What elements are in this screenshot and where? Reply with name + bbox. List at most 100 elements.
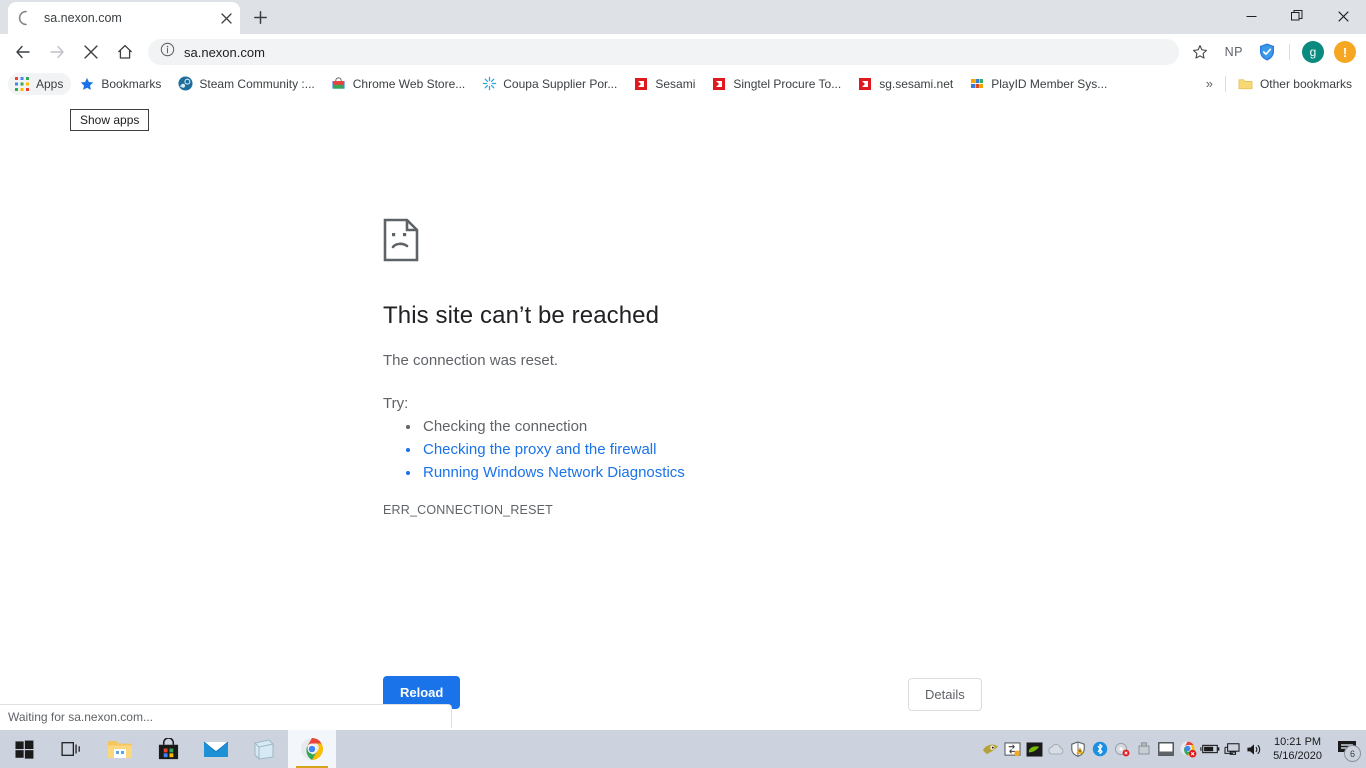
minimize-button[interactable]: [1228, 0, 1274, 32]
folder-icon: [1238, 76, 1254, 92]
safely-remove-media-icon[interactable]: [1111, 730, 1133, 768]
suggestions-list: Checking the connection Checking the pro…: [383, 418, 983, 481]
clock-date: 5/16/2020: [1273, 750, 1322, 762]
bookmark-label: Chrome Web Store...: [352, 76, 466, 91]
sesami-icon: [857, 76, 873, 92]
bookmark-label: Sesami: [655, 76, 696, 91]
notification-count-badge: 6: [1344, 745, 1361, 762]
bookmark-item-bookmarks[interactable]: Bookmarks: [73, 73, 169, 95]
restore-button[interactable]: [1274, 0, 1320, 32]
forward-button: [43, 38, 71, 66]
taskbar-clock[interactable]: 10:21 PM 5/16/2020: [1265, 735, 1330, 763]
clock-time: 10:21 PM: [1273, 736, 1322, 748]
browser-toolbar: sa.nexon.com NP g !: [0, 34, 1366, 70]
bookmark-label: Singtel Procure To...: [733, 76, 842, 91]
desktop: sa.nexon.com sa.nexon.com NP g ! Apps Bo…: [0, 0, 1366, 768]
suggestion-check-proxy-firewall[interactable]: Checking the proxy and the firewall: [421, 441, 983, 458]
bookmark-item-other-bookmarks[interactable]: Other bookmarks: [1232, 73, 1360, 95]
error-buttons: Reload Details: [383, 676, 983, 716]
show-apps-tooltip: Show apps: [70, 109, 150, 131]
network-icon[interactable]: [1221, 730, 1243, 768]
tab-title: sa.nexon.com: [44, 11, 122, 25]
error-page: This site can’t be reached The connectio…: [0, 98, 1366, 730]
tab-loading-spinner-icon: [18, 10, 34, 26]
touchpad-icon[interactable]: [1155, 730, 1177, 768]
mail-button[interactable]: [192, 730, 240, 768]
browser-tab[interactable]: sa.nexon.com: [8, 2, 240, 34]
start-button[interactable]: [0, 730, 48, 768]
bookmark-star-icon[interactable]: [1187, 39, 1213, 65]
windows-taskbar: 10:21 PM 5/16/2020 6: [0, 730, 1366, 768]
page-info-icon[interactable]: [160, 42, 176, 62]
chrome-menu-button[interactable]: !: [1334, 41, 1356, 63]
tab-strip: sa.nexon.com: [0, 0, 1366, 34]
profile-avatar[interactable]: g: [1302, 41, 1324, 63]
window-controls: [1228, 0, 1366, 32]
tab-close-icon[interactable]: [216, 8, 236, 28]
error-title: This site can’t be reached: [383, 302, 660, 329]
bookmark-item-singtel-procure-to[interactable]: Singtel Procure To...: [705, 73, 849, 95]
file-explorer-button[interactable]: [96, 730, 144, 768]
try-label: Try:: [383, 395, 409, 412]
bookmark-label: sg.sesami.net: [879, 76, 954, 91]
battery-icon[interactable]: [1199, 730, 1221, 768]
address-bar[interactable]: sa.nexon.com: [148, 39, 1179, 65]
action-center-button[interactable]: 6: [1330, 730, 1364, 768]
bookmarks-overflow-button[interactable]: »: [1200, 76, 1219, 91]
sad-page-icon: [383, 218, 419, 262]
steam-icon: [177, 76, 193, 92]
bookmark-item-sesami[interactable]: Sesami: [627, 73, 703, 95]
bookmarks-divider: [1224, 75, 1226, 92]
status-bubble: Waiting for sa.nexon.com...: [0, 704, 452, 728]
bookmark-item-playid-member-system[interactable]: PlayID Member Sys...: [963, 73, 1115, 95]
star-icon: [79, 76, 95, 92]
bookmark-label: Bookmarks: [101, 76, 162, 91]
suggestion-run-network-diagnostics[interactable]: Running Windows Network Diagnostics: [421, 464, 983, 481]
onedrive-icon[interactable]: [1045, 730, 1067, 768]
chrome-alert-icon[interactable]: [1177, 730, 1199, 768]
new-tab-button[interactable]: [246, 3, 274, 31]
bookmark-label: Steam Community :...: [199, 76, 315, 91]
bookmark-label: Coupa Supplier Por...: [503, 76, 618, 91]
bookmarks-bar: Apps Bookmarks Steam Community:... Chro…: [0, 70, 1366, 98]
error-code: ERR_CONNECTION_RESET: [383, 503, 553, 517]
bookmark-item-apps[interactable]: Apps: [8, 72, 72, 95]
home-button[interactable]: [111, 38, 139, 66]
chrome-web-store-icon: [331, 76, 347, 92]
chrome-taskbar-button[interactable]: [288, 730, 336, 768]
nvidia-geforce-icon[interactable]: [979, 730, 1001, 768]
bookmark-item-sg-sesami-net[interactable]: sg.sesami.net: [851, 73, 961, 95]
apps-grid-icon: [14, 76, 30, 92]
chrome-browser-window: sa.nexon.com sa.nexon.com NP g ! Apps Bo…: [0, 0, 1366, 730]
bookmark-item-chrome-web-store[interactable]: Chrome Web Store...: [325, 73, 474, 95]
sesami-icon: [711, 76, 727, 92]
microsoft-store-button[interactable]: [144, 730, 192, 768]
bookmark-item-steam-community[interactable]: Steam Community :...: [171, 73, 322, 95]
extension-np-label[interactable]: NP: [1217, 45, 1251, 59]
stop-loading-button[interactable]: [77, 38, 105, 66]
bookmark-item-coupa-supplier-portal[interactable]: Coupa Supplier Por...: [475, 73, 625, 95]
toolbar-divider: [1289, 44, 1290, 60]
suggestion-link[interactable]: Checking the proxy and the firewall: [423, 441, 656, 458]
suggestion-link[interactable]: Running Windows Network Diagnostics: [423, 464, 685, 481]
sticky-notes-button[interactable]: [240, 730, 288, 768]
nvidia-settings-icon[interactable]: [1023, 730, 1045, 768]
address-bar-url: sa.nexon.com: [184, 44, 265, 60]
system-tray: 10:21 PM 5/16/2020 6: [979, 730, 1366, 768]
bluetooth-icon[interactable]: [1089, 730, 1111, 768]
error-subtitle: The connection was reset.: [383, 352, 559, 369]
security-warning-icon[interactable]: [1067, 730, 1089, 768]
back-button[interactable]: [9, 38, 37, 66]
volume-icon[interactable]: [1243, 730, 1265, 768]
sesami-icon: [633, 76, 649, 92]
close-button[interactable]: [1320, 0, 1366, 32]
display-switch-icon[interactable]: [1001, 730, 1023, 768]
bookmark-label: Other bookmarks: [1259, 76, 1352, 91]
details-button[interactable]: Details: [908, 678, 982, 711]
task-view-button[interactable]: [48, 730, 96, 768]
bookmark-label: PlayID Member Sys...: [991, 76, 1108, 91]
error-content: This site can’t be reached The connectio…: [383, 218, 983, 517]
suggestion-check-connection: Checking the connection: [421, 418, 983, 435]
shield-extension-icon[interactable]: [1254, 39, 1280, 65]
usb-icon[interactable]: [1133, 730, 1155, 768]
